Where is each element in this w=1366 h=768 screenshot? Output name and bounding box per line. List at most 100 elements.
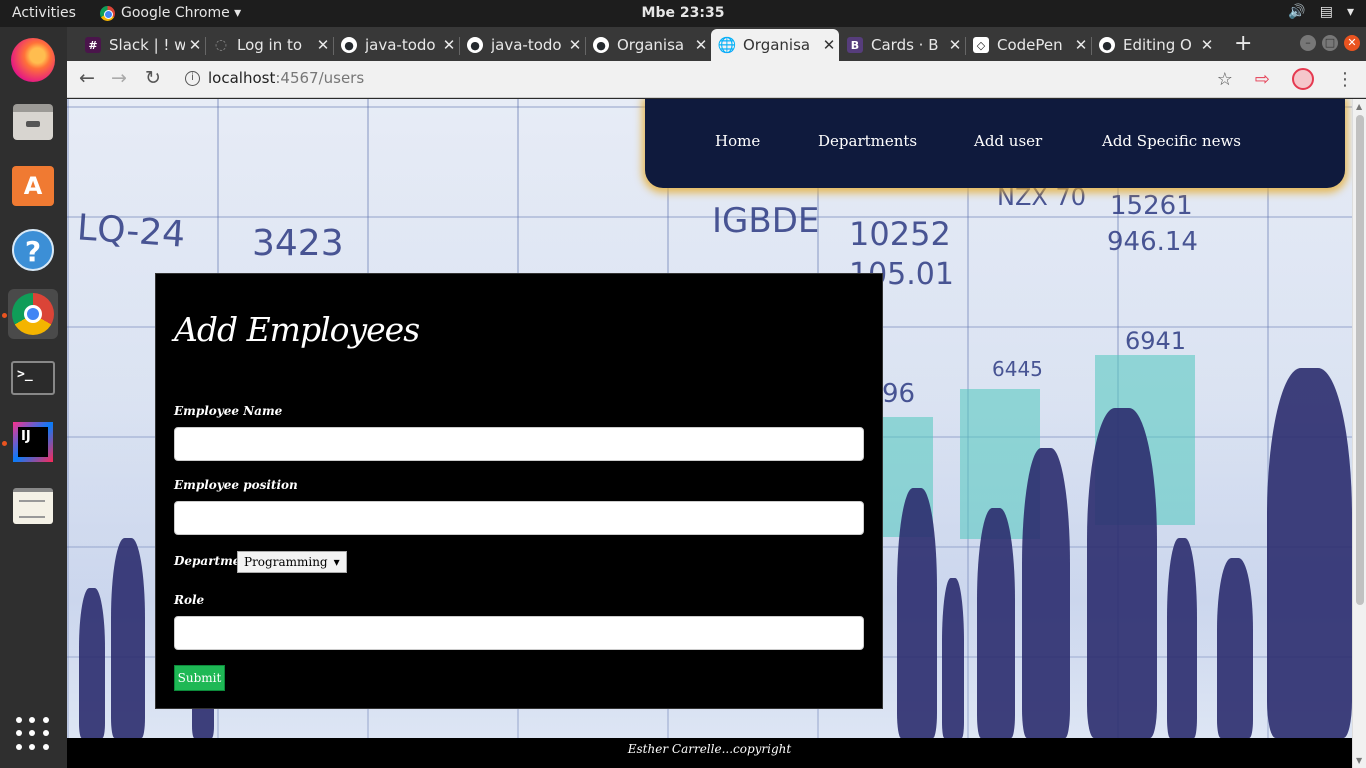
role-label: Role bbox=[174, 593, 205, 607]
dock-text-editor[interactable] bbox=[8, 481, 58, 531]
employee-position-label: Employee position bbox=[174, 478, 298, 492]
back-icon[interactable]: ← bbox=[79, 67, 95, 89]
text-editor-icon bbox=[13, 488, 53, 524]
tab-title: Log in to bbox=[237, 36, 303, 54]
page-viewport: LQ-24 3423 IGBDE 10252 105.01 NZX 70 152… bbox=[67, 99, 1352, 768]
tab-java-todo-2[interactable]: ● java-todo ✕ bbox=[459, 29, 586, 61]
spinner-icon: ◌ bbox=[214, 37, 228, 53]
software-store-icon: A bbox=[12, 166, 54, 206]
tab-title: Slack | ! w bbox=[109, 36, 185, 54]
nav-add-specific-news[interactable]: Add Specific news bbox=[1102, 132, 1241, 150]
terminal-icon: >_ bbox=[11, 361, 55, 395]
site-info-icon[interactable]: i bbox=[185, 70, 200, 86]
tab-bootstrap-cards[interactable]: B Cards · B ✕ bbox=[839, 29, 966, 61]
window-controls: – □ ✕ bbox=[1300, 35, 1360, 51]
dock-firefox[interactable] bbox=[8, 35, 58, 85]
tab-title: Organisa bbox=[617, 36, 685, 54]
tab-login[interactable]: ◌ Log in to ✕ bbox=[205, 29, 334, 61]
clipboard-icon[interactable]: ▤ bbox=[1320, 4, 1333, 20]
tab-codepen[interactable]: ◇ CodePen ✕ bbox=[965, 29, 1092, 61]
help-icon: ? bbox=[12, 229, 54, 271]
scroll-down-icon[interactable]: ▼ bbox=[1356, 756, 1362, 765]
add-employee-form: Add Employees Employee Name Employee pos… bbox=[155, 273, 883, 709]
intellij-icon: IJ bbox=[13, 422, 53, 462]
close-tab-icon[interactable]: ✕ bbox=[1197, 36, 1217, 54]
background-ticker: IGBDE bbox=[712, 201, 820, 241]
url-path: :4567/users bbox=[275, 69, 365, 87]
tab-title: CodePen bbox=[997, 36, 1063, 54]
extension-icon[interactable]: ⇨ bbox=[1255, 69, 1270, 90]
tab-title: java-todo bbox=[491, 36, 562, 54]
address-bar[interactable]: i localhost:4567/users bbox=[185, 69, 364, 87]
nav-departments[interactable]: Departments bbox=[818, 132, 917, 150]
background-ticker: 10252 bbox=[849, 215, 951, 253]
nav-add-user[interactable]: Add user bbox=[974, 132, 1042, 150]
dock-terminal[interactable]: >_ bbox=[8, 353, 58, 403]
profile-avatar[interactable] bbox=[1292, 68, 1314, 90]
close-tab-icon[interactable]: ✕ bbox=[313, 36, 333, 54]
reload-icon[interactable]: ↻ bbox=[145, 67, 161, 89]
close-tab-icon[interactable]: ✕ bbox=[1071, 36, 1091, 54]
dock: A ? >_ IJ bbox=[0, 27, 67, 768]
scrollbar-thumb[interactable] bbox=[1356, 115, 1364, 605]
page-scrollbar[interactable]: ▲ ▼ bbox=[1352, 99, 1366, 768]
tab-organisation-active[interactable]: 🌐 Organisa ✕ bbox=[711, 29, 839, 61]
running-indicator bbox=[2, 313, 7, 318]
new-tab-button[interactable]: + bbox=[1234, 31, 1252, 56]
employee-name-input[interactable] bbox=[174, 427, 864, 461]
maximize-icon[interactable]: □ bbox=[1322, 35, 1338, 51]
running-indicator bbox=[2, 441, 7, 446]
url-host: localhost bbox=[208, 69, 276, 87]
tab-title: java-todo bbox=[365, 36, 436, 54]
dock-show-apps[interactable] bbox=[8, 709, 58, 759]
system-tray[interactable]: 🔊 ▤ ▾ bbox=[1288, 4, 1354, 20]
dock-intellij[interactable]: IJ bbox=[8, 417, 58, 467]
footer: Esther Carrelle...copyright bbox=[67, 738, 1352, 768]
github-icon: ● bbox=[1099, 37, 1115, 53]
app-grid-icon bbox=[16, 717, 50, 751]
tab-title: Editing O bbox=[1123, 36, 1192, 54]
close-tab-icon[interactable]: ✕ bbox=[945, 36, 965, 54]
form-title: Add Employees bbox=[174, 310, 420, 349]
dock-chrome[interactable] bbox=[8, 289, 58, 339]
nav-home[interactable]: Home bbox=[715, 132, 760, 150]
close-tab-icon[interactable]: ✕ bbox=[439, 36, 459, 54]
volume-icon[interactable]: 🔊 bbox=[1288, 4, 1305, 20]
tab-organisation-github[interactable]: ● Organisa ✕ bbox=[585, 29, 712, 61]
role-input[interactable] bbox=[174, 616, 864, 650]
toolbar-actions: ☆ ⇨ ⋮ bbox=[1217, 68, 1354, 90]
tab-editing[interactable]: ● Editing O ✕ bbox=[1091, 29, 1217, 61]
github-icon: ● bbox=[593, 37, 609, 53]
department-selected-value: Programming bbox=[244, 555, 328, 569]
tab-slack[interactable]: # Slack | ! w ✕ bbox=[77, 29, 206, 61]
dock-software-store[interactable]: A bbox=[8, 161, 58, 211]
bookmark-star-icon[interactable]: ☆ bbox=[1217, 69, 1233, 90]
close-tab-icon[interactable]: ✕ bbox=[691, 36, 711, 54]
footer-copyright: Esther Carrelle...copyright bbox=[627, 742, 792, 756]
clock[interactable]: Mbe 23:35 bbox=[0, 5, 1366, 21]
close-tab-icon[interactable]: ✕ bbox=[565, 36, 585, 54]
employee-name-label: Employee Name bbox=[174, 404, 283, 418]
github-icon: ● bbox=[467, 37, 483, 53]
forward-icon[interactable]: → bbox=[111, 67, 127, 89]
department-select[interactable]: Programming ▾ bbox=[237, 551, 347, 573]
close-tab-icon[interactable]: ✕ bbox=[819, 36, 839, 54]
scroll-up-icon[interactable]: ▲ bbox=[1356, 102, 1362, 111]
tab-java-todo-1[interactable]: ● java-todo ✕ bbox=[333, 29, 460, 61]
minimize-icon[interactable]: – bbox=[1300, 35, 1316, 51]
close-tab-icon[interactable]: ✕ bbox=[185, 36, 205, 54]
main-nav: Home Departments Add user Add Specific n… bbox=[645, 99, 1345, 188]
dock-help[interactable]: ? bbox=[8, 225, 58, 275]
power-menu-icon[interactable]: ▾ bbox=[1347, 4, 1354, 20]
globe-icon: 🌐 bbox=[717, 36, 737, 54]
dock-files[interactable] bbox=[8, 97, 58, 147]
chrome-icon bbox=[12, 293, 54, 335]
browser-toolbar: ← → ↻ i localhost:4567/users ☆ ⇨ ⋮ bbox=[67, 61, 1366, 98]
submit-button[interactable]: Submit bbox=[174, 665, 225, 691]
firefox-icon bbox=[11, 38, 55, 82]
close-window-icon[interactable]: ✕ bbox=[1344, 35, 1360, 51]
background-ticker: 946.14 bbox=[1107, 227, 1198, 257]
menu-kebab-icon[interactable]: ⋮ bbox=[1336, 69, 1354, 90]
background-ticker: LQ-24 bbox=[75, 207, 187, 256]
employee-position-input[interactable] bbox=[174, 501, 864, 535]
